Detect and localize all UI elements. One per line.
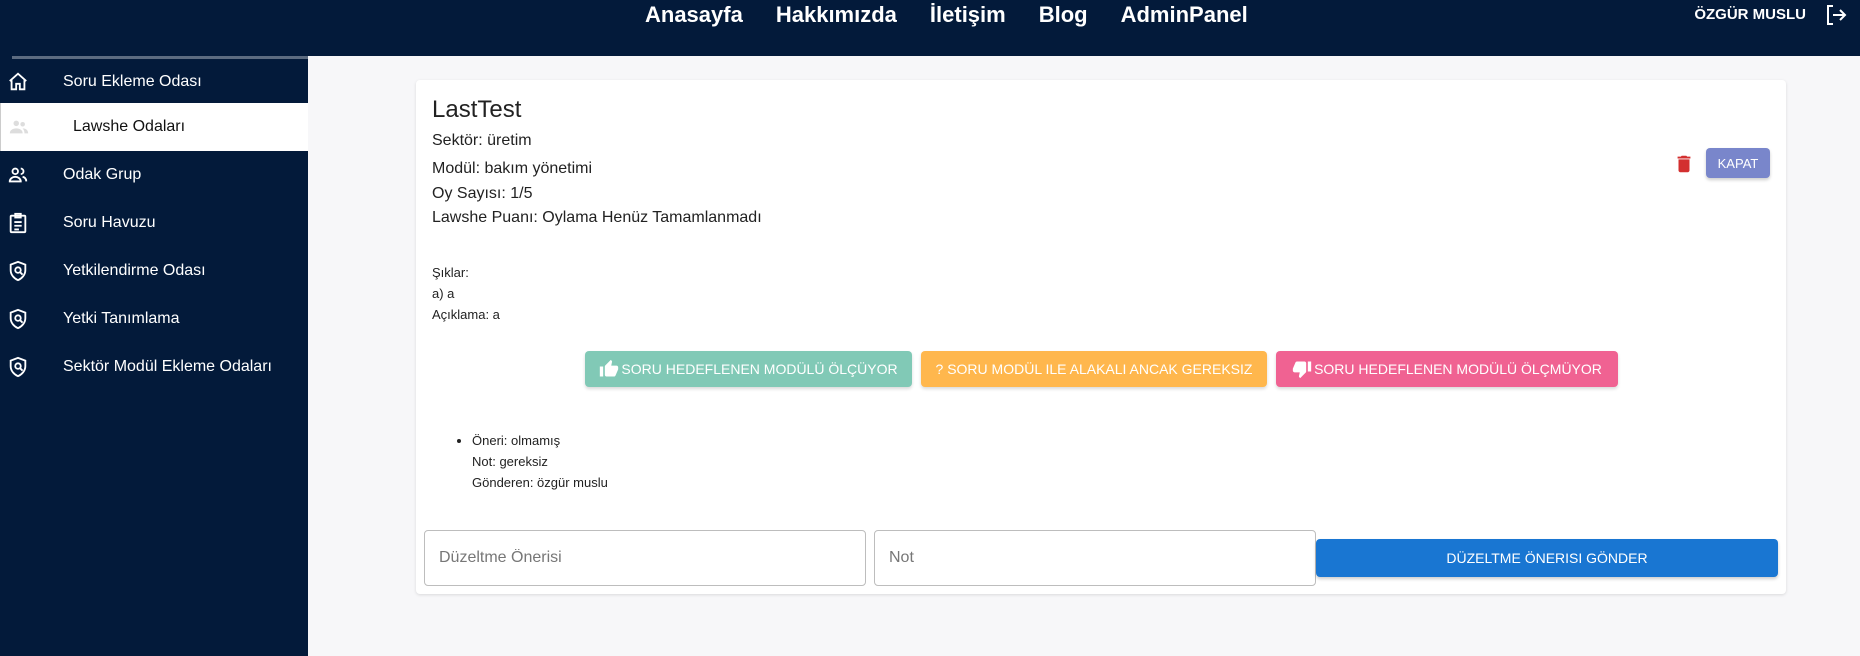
home-icon [9, 72, 27, 91]
sidebar-item-odak-grup[interactable]: Odak Grup [0, 151, 308, 199]
question-vote-count: Oy Sayısı: 1/5 [432, 185, 533, 202]
shield-icon [9, 308, 27, 330]
sidebar-item-yetkilendirme[interactable]: Yetkilendirme Odası [0, 247, 308, 295]
sidebar-item-yetki-tanimlama[interactable]: Yetki Tanımlama [0, 295, 308, 343]
sidebar-item-label: Soru Ekleme Odası [63, 73, 202, 90]
vote-not-measures-label: SORU HEDEFLENEN MODÜLÜ ÖLÇMÜYOR [1314, 361, 1602, 377]
question-module: Modül: bakım yönetimi [432, 160, 593, 177]
sidebar-item-soru-ekleme[interactable]: Soru Ekleme Odası [0, 58, 308, 106]
clipboard-icon [9, 212, 27, 234]
top-navbar: Anasayfa Hakkımızda İletişim Blog AdminP… [0, 0, 1860, 56]
note-input[interactable] [874, 530, 1316, 586]
vote-not-measures-button[interactable]: SORU HEDEFLENEN MODÜLÜ ÖLÇMÜYOR [1276, 351, 1618, 387]
close-button[interactable]: KAPAT [1706, 148, 1770, 178]
sidebar-item-label: Odak Grup [63, 166, 142, 183]
sidebar-item-label: Yetkilendirme Odası [63, 262, 206, 279]
thumbs-up-icon [600, 359, 619, 377]
suggestion-note: Not: gereksiz [472, 454, 548, 469]
sidebar-item-label: Yetki Tanımlama [63, 310, 180, 327]
sidebar-item-sektor-modul[interactable]: Sektör Modül Ekleme Odaları [0, 343, 308, 391]
shield-icon [9, 260, 27, 282]
list-item: Öneri: olmamış Not: gereksiz Gönderen: ö… [472, 430, 608, 493]
vote-related-unnecessary-button[interactable]: ? SORU MODÜL ILE ALAKALI ANCAK GEREKSIZ [921, 351, 1267, 387]
sidebar-item-label: Sektör Modül Ekleme Odaları [63, 358, 272, 375]
suggestion-sender: Gönderen: özgür muslu [472, 475, 608, 490]
suggestion-input[interactable] [424, 530, 866, 586]
sidebar-item-label: Lawshe Odaları [73, 118, 186, 135]
suggestion-list: Öneri: olmamış Not: gereksiz Gönderen: ö… [456, 430, 608, 493]
nav-home-link[interactable]: Anasayfa [645, 0, 743, 30]
delete-icon[interactable] [1673, 152, 1695, 176]
nav-blog-link[interactable]: Blog [1039, 0, 1088, 30]
sidebar: Soru Ekleme Odası Lawshe Odaları Odak Gr… [0, 56, 308, 656]
sidebar-item-soru-havuzu[interactable]: Soru Havuzu [0, 199, 308, 247]
group-icon [9, 120, 29, 134]
user-name[interactable]: ÖZGÜR MUSLU [1694, 0, 1806, 30]
shield-icon [9, 356, 27, 378]
main-nav: Anasayfa Hakkımızda İletişim Blog AdminP… [645, 0, 1248, 30]
question-title: LastTest [432, 96, 522, 123]
thumbs-down-icon [1292, 361, 1312, 379]
nav-about-link[interactable]: Hakkımızda [776, 0, 897, 30]
logout-icon[interactable] [1824, 3, 1848, 27]
nav-contact-link[interactable]: İletişim [930, 0, 1006, 30]
question-explanation: Açıklama: a [432, 307, 500, 322]
send-suggestion-button[interactable]: DÜZELTME ÖNERISI GÖNDER [1316, 539, 1778, 577]
vote-measures-label: SORU HEDEFLENEN MODÜLÜ ÖLÇÜYOR [621, 361, 898, 377]
choices-label: Şıklar: [432, 265, 469, 280]
vote-measures-button[interactable]: SORU HEDEFLENEN MODÜLÜ ÖLÇÜYOR [585, 351, 912, 387]
question-lawshe-score: Lawshe Puanı: Oylama Henüz Tamamlanmadı [432, 209, 762, 226]
sidebar-item-lawshe[interactable]: Lawshe Odaları [0, 103, 308, 151]
vote-related-unnecessary-label: ? SORU MODÜL ILE ALAKALI ANCAK GEREKSIZ [935, 361, 1253, 377]
suggestion-text: Öneri: olmamış [472, 433, 561, 448]
sidebar-item-label: Soru Havuzu [63, 214, 156, 231]
nav-admin-link[interactable]: AdminPanel [1121, 0, 1248, 30]
group-icon [8, 167, 28, 183]
choice-a: a) a [432, 286, 455, 301]
question-card: LastTest Sektör: üretim Modül: bakım yön… [416, 80, 1786, 594]
question-sector: Sektör: üretim [432, 132, 532, 149]
